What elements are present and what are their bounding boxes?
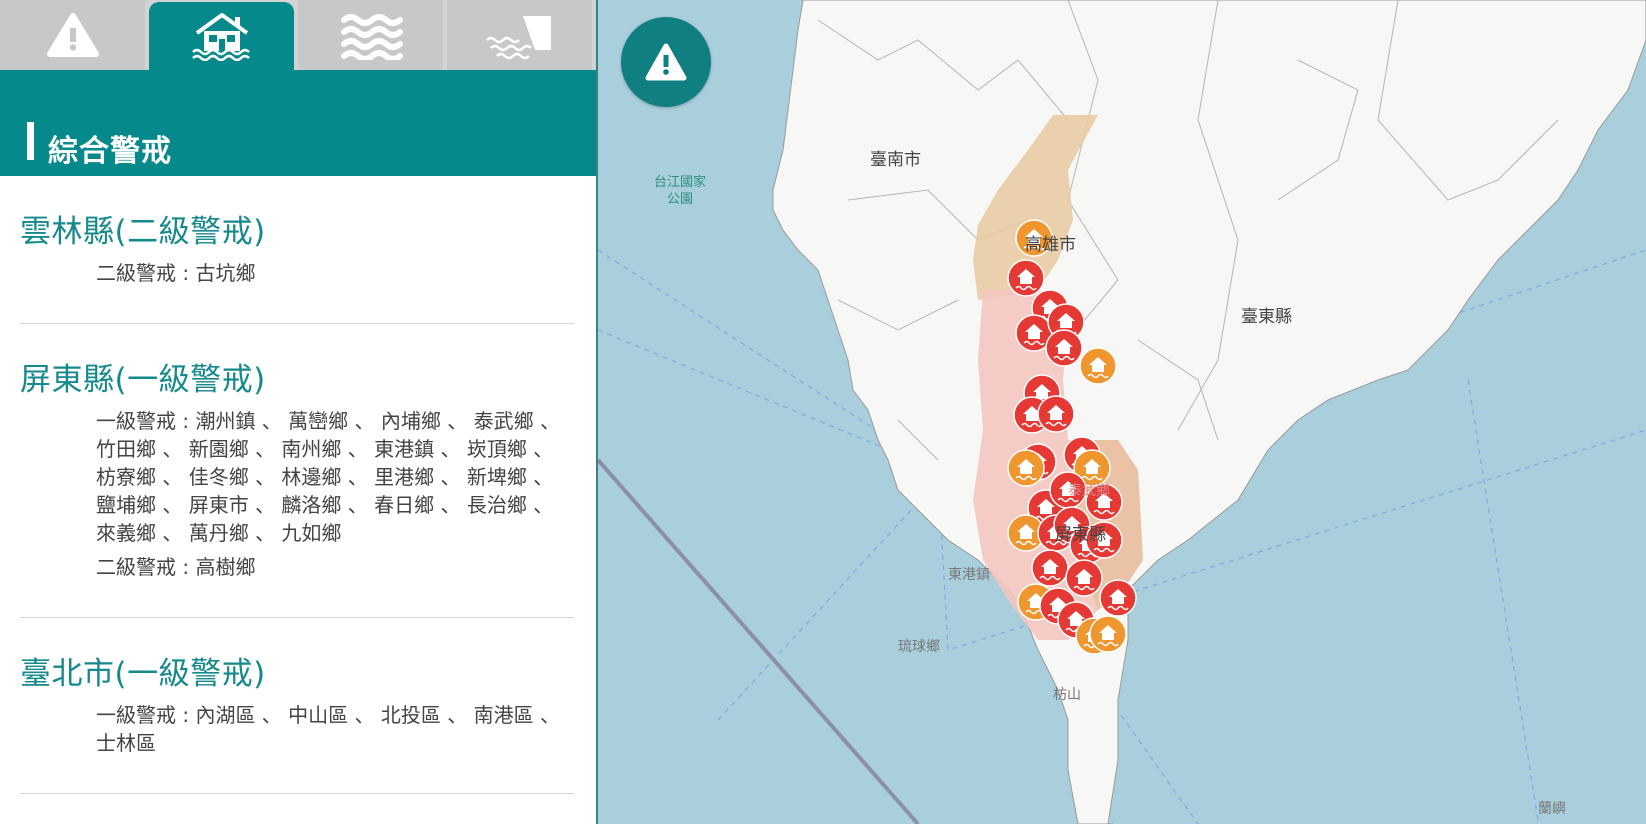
flood-warning-marker[interactable] [1037,395,1075,433]
panel-header: 綜合警戒 [0,70,596,176]
warning-icon [645,43,687,81]
map-label-liuqiu: 琉球鄉 [898,639,940,655]
map-label-donggang: 東港鎮 [948,567,990,583]
warning-panel: 綜合警戒 雲林縣(二級警戒) 二級警戒 : 古坑鄉 屏東縣(一級警戒) 一級警戒… [0,0,598,824]
map-view[interactable]: 臺南市 高雄市 臺東縣 屏東縣 台江國家 公園 琉球鄉 泰武鄉 東港鎮 枋山 蘭… [598,0,1646,824]
map-label-lanyu: 蘭嶼 [1538,801,1566,817]
warning-level-line: 二級警戒 : 古坑鄉 [96,261,256,285]
header-accent-bar [27,122,34,160]
region-title: 屏東縣(一級警戒) [20,362,266,398]
map-label-pingtung: 屏東縣 [1055,525,1106,545]
alert-toggle-button[interactable] [621,17,711,107]
tab-waves[interactable] [298,0,443,70]
flood-warning-marker[interactable] [1007,449,1045,487]
map-label-taiwu: 泰武鄉 [1068,483,1110,499]
region-title: 臺北市(一級警戒) [20,656,266,692]
warning-level-line: 一級警戒 : 內湖區 、 中山區 、 北投區 、 南港區 、 士林區 [96,703,560,755]
warning-icon [46,13,99,57]
warning-list: 雲林縣(二級警戒) 二級警戒 : 古坑鄉 屏東縣(一級警戒) 一級警戒 : 潮州… [0,176,596,794]
flood-warning-marker[interactable] [1089,615,1127,653]
map-label-tainan: 臺南市 [870,150,921,170]
map-canvas[interactable] [598,0,1646,824]
warning-level-line: 一級警戒 : 潮州鎮 、 萬巒鄉 、 內埔鄉 、 泰武鄉 、 竹田鄉 、 新園鄉… [96,409,560,545]
tab-reservoir[interactable] [447,0,592,70]
map-label-park: 台江國家 公園 [654,175,707,207]
flood-warning-marker[interactable] [1031,549,1069,587]
region-title: 雲林縣(二級警戒) [20,214,266,250]
flood-warning-marker[interactable] [1045,329,1083,367]
region-pingtung[interactable]: 屏東縣(一級警戒) 一級警戒 : 潮州鎮 、 萬巒鄉 、 內埔鄉 、 泰武鄉 、… [20,324,574,618]
tab-flood-house[interactable] [149,2,294,70]
region-taipei[interactable]: 臺北市(一級警戒) 一級警戒 : 內湖區 、 中山區 、 北投區 、 南港區 、… [20,618,574,794]
flood-warning-marker[interactable] [1065,559,1103,597]
warning-level-line: 二級警戒 : 高樹鄉 [96,555,256,579]
flood-warning-marker[interactable] [1099,579,1137,617]
waves-icon [340,14,403,60]
flood-warning-marker[interactable] [1079,347,1117,385]
flood-warning-marker[interactable] [1007,259,1045,297]
map-label-kaohsiung: 高雄市 [1025,235,1076,255]
dam-icon [485,16,551,60]
map-label-fangshan: 枋山 [1053,687,1081,703]
tab-alert[interactable] [0,0,145,70]
panel-title: 綜合警戒 [48,134,172,169]
tab-bar [0,0,596,70]
flooded-house-icon [191,13,250,61]
map-label-taitung: 臺東縣 [1241,307,1292,327]
region-yunlin[interactable]: 雲林縣(二級警戒) 二級警戒 : 古坑鄉 [20,176,574,324]
